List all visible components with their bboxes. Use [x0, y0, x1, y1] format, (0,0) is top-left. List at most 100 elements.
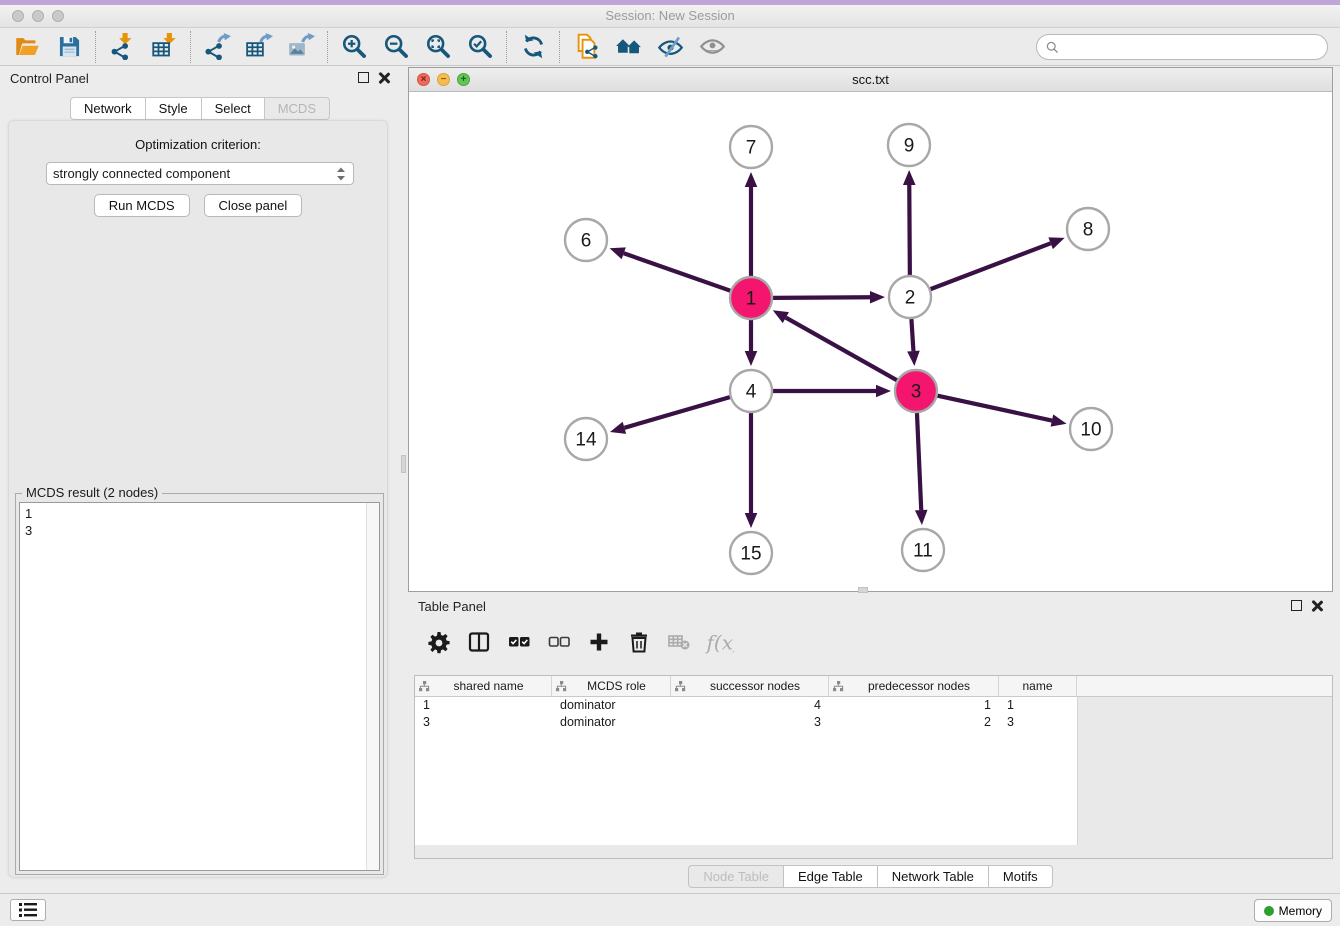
cell-MCDS-role[interactable]: dominator [552, 697, 671, 714]
column-header-successor-nodes[interactable]: successor nodes [671, 676, 829, 696]
cell-shared-name[interactable]: 3 [415, 714, 552, 731]
cell-MCDS-role[interactable]: dominator [552, 714, 671, 731]
column-header-predecessor-nodes[interactable]: predecessor nodes [829, 676, 999, 696]
column-header-name[interactable]: name [999, 676, 1077, 696]
graph-node-14[interactable]: 14 [565, 418, 607, 460]
checked-boxes-button[interactable] [502, 626, 536, 658]
graph-node-4[interactable]: 4 [730, 370, 772, 412]
graph-node-1[interactable]: 1 [730, 277, 772, 319]
export-table-icon [246, 33, 273, 60]
settings-gear-button[interactable] [422, 626, 456, 658]
tab-network[interactable]: Network [70, 97, 145, 120]
graph-node-15[interactable]: 15 [730, 532, 772, 574]
graph-node-2[interactable]: 2 [889, 276, 931, 318]
eye-button[interactable] [691, 30, 733, 64]
column-header-shared-name[interactable]: shared name [415, 676, 552, 696]
toolbar-separator [190, 31, 191, 63]
cell-successor-nodes[interactable]: 3 [671, 714, 829, 731]
search-icon [1045, 40, 1060, 55]
result-scrollbar[interactable] [366, 503, 379, 870]
graph-node-9[interactable]: 9 [888, 124, 930, 166]
network-titlebar[interactable]: × − + scc.txt [409, 68, 1332, 92]
tab-edge-table[interactable]: Edge Table [783, 865, 877, 888]
table-row[interactable]: 1dominator411 [415, 697, 1077, 714]
export-image-button[interactable] [280, 30, 322, 64]
table-row[interactable]: 3dominator323 [415, 714, 1077, 731]
graph-node-3[interactable]: 3 [895, 370, 937, 412]
task-history-button[interactable] [10, 899, 46, 921]
graph-node-6[interactable]: 6 [565, 219, 607, 261]
graph-node-11[interactable]: 11 [902, 529, 944, 571]
tab-motifs[interactable]: Motifs [988, 865, 1053, 888]
tab-mcds[interactable]: MCDS [264, 97, 330, 120]
cell-predecessor-nodes[interactable]: 1 [829, 697, 999, 714]
zoom-out-button[interactable] [375, 30, 417, 64]
run-mcds-button[interactable]: Run MCDS [94, 194, 190, 217]
edge-1-4[interactable] [745, 320, 758, 366]
open-folder-button[interactable] [6, 30, 48, 64]
edge-2-8[interactable] [931, 237, 1065, 289]
eye-slash-button[interactable] [649, 30, 691, 64]
graph-node-10[interactable]: 10 [1070, 408, 1112, 450]
network-canvas[interactable]: 7 9 6 8 1 2 4 3 14 10 15 11 [409, 92, 1332, 591]
edge-1-6[interactable] [610, 247, 731, 290]
svg-text:11: 11 [913, 541, 933, 562]
edge-4-15[interactable] [745, 413, 758, 528]
open-folder-icon [14, 33, 41, 60]
edge-4-14[interactable] [610, 397, 730, 434]
add-column-button[interactable] [582, 626, 616, 658]
cell-shared-name[interactable]: 1 [415, 697, 552, 714]
edge-2-9[interactable] [903, 170, 916, 275]
search-input[interactable] [1060, 37, 1327, 57]
tab-style[interactable]: Style [145, 97, 201, 120]
table-float-panel-icon[interactable] [1291, 600, 1302, 611]
export-table-button[interactable] [238, 30, 280, 64]
cell-name[interactable]: 3 [999, 714, 1077, 731]
shared-column-icon [556, 681, 567, 692]
cell-successor-nodes[interactable]: 4 [671, 697, 829, 714]
tab-select[interactable]: Select [201, 97, 264, 120]
edge-3-11[interactable] [915, 413, 928, 525]
close-panel-icon[interactable] [378, 72, 390, 84]
edge-2-3[interactable] [907, 319, 920, 366]
save-disk-button[interactable] [48, 30, 90, 64]
column-header-MCDS-role[interactable]: MCDS role [552, 676, 671, 696]
cell-name[interactable]: 1 [999, 697, 1077, 714]
delete-column-button[interactable] [622, 626, 656, 658]
tab-node-table[interactable]: Node Table [688, 865, 783, 888]
close-panel-button[interactable]: Close panel [204, 194, 303, 217]
zoom-fit-button[interactable] [417, 30, 459, 64]
criterion-select[interactable]: strongly connected component [46, 162, 354, 185]
table-close-panel-icon[interactable] [1311, 600, 1323, 612]
copy-network-button[interactable] [565, 30, 607, 64]
memory-button[interactable]: Memory [1254, 899, 1332, 922]
table-panel: Table Panel f(x) shared nameMCDS rolesuc… [408, 595, 1333, 890]
refresh-button[interactable] [512, 30, 554, 64]
unchecked-boxes-button[interactable] [542, 626, 576, 658]
toggle-columns-button[interactable] [462, 626, 496, 658]
delete-column-icon [627, 630, 651, 654]
float-panel-icon[interactable] [358, 72, 369, 83]
tab-network-table[interactable]: Network Table [877, 865, 988, 888]
houses-button[interactable] [607, 30, 649, 64]
import-table-button[interactable] [143, 30, 185, 64]
app-titlebar: Session: New Session [0, 5, 1340, 28]
cell-predecessor-nodes[interactable]: 2 [829, 714, 999, 731]
import-network-button[interactable] [101, 30, 143, 64]
zoom-in-button[interactable] [333, 30, 375, 64]
horizontal-split-handle[interactable] [858, 587, 868, 593]
vertical-split-handle[interactable] [401, 455, 406, 473]
edge-3-1[interactable] [773, 310, 897, 380]
session-title: Session: New Session [0, 8, 1340, 23]
export-network-button[interactable] [196, 30, 238, 64]
graph-node-8[interactable]: 8 [1067, 208, 1109, 250]
edge-1-7[interactable] [745, 172, 758, 276]
search-box[interactable] [1036, 34, 1328, 60]
graph-node-7[interactable]: 7 [730, 126, 772, 168]
zoom-selected-button[interactable] [459, 30, 501, 64]
edge-1-2[interactable] [773, 291, 885, 304]
edge-3-10[interactable] [937, 396, 1066, 427]
mcds-panel: Optimization criterion: strongly connect… [8, 120, 388, 878]
edge-4-3[interactable] [773, 385, 891, 398]
mcds-result-box[interactable]: 1 3 [19, 502, 380, 871]
